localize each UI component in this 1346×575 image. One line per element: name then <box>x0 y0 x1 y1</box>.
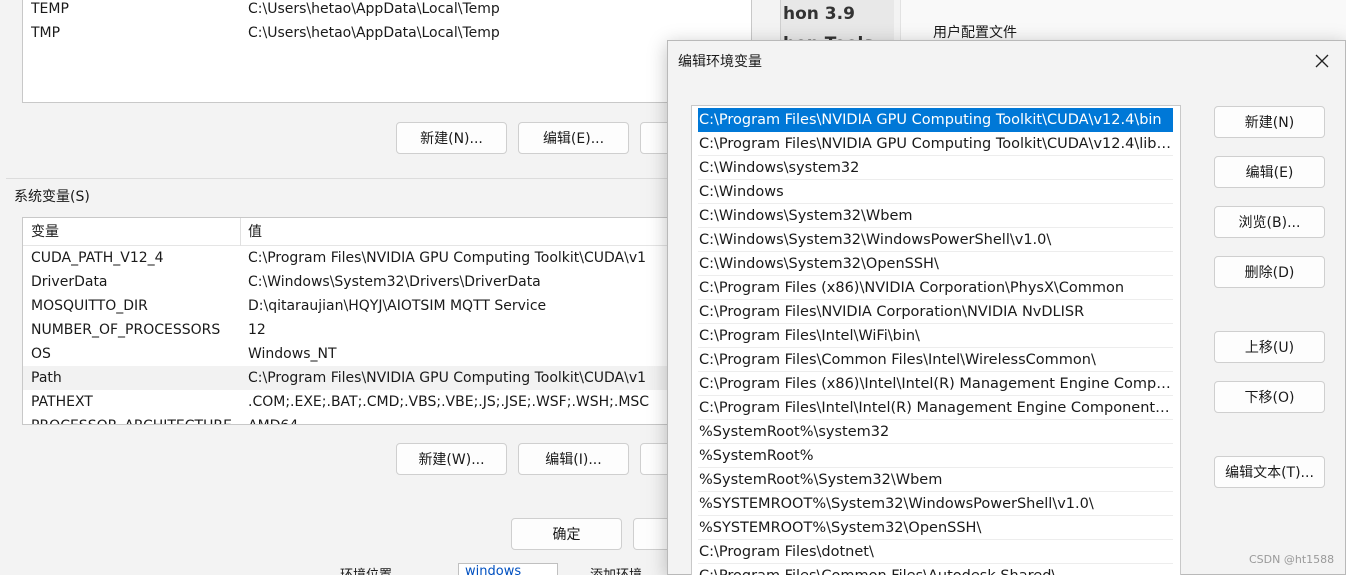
path-item[interactable]: C:\Program Files\Common Files\Intel\Wire… <box>698 348 1173 372</box>
table-row[interactable]: PROCESSOR_ARCHITECTURE AMD64 <box>23 414 751 424</box>
move-down-button[interactable]: 下移(O) <box>1214 381 1325 413</box>
bottom-label: 环境位置 <box>340 564 392 575</box>
var-name: TEMP <box>31 1 69 17</box>
path-list[interactable]: C:\Program Files\NVIDIA GPU Computing To… <box>691 105 1181 575</box>
table-row-selected[interactable]: Path C:\Program Files\NVIDIA GPU Computi… <box>23 366 751 390</box>
path-item[interactable]: C:\Program Files\dotnet\ <box>698 540 1173 564</box>
column-divider[interactable] <box>240 218 241 246</box>
edit-env-dialog: 编辑环境变量 C:\Program Files\NVIDIA GPU Compu… <box>667 40 1346 575</box>
table-row[interactable]: PATHEXT .COM;.EXE;.BAT;.CMD;.VBS;.VBE;.J… <box>23 390 751 414</box>
browse-button[interactable]: 浏览(B)... <box>1214 206 1325 238</box>
path-item[interactable]: C:\Program Files\Intel\WiFi\bin\ <box>698 324 1173 348</box>
path-item[interactable]: %SystemRoot%\system32 <box>698 420 1173 444</box>
table-row[interactable]: NUMBER_OF_PROCESSORS 12 <box>23 318 751 342</box>
column-header-name[interactable]: 变量 <box>31 221 59 243</box>
table-row[interactable]: OS Windows_NT <box>23 342 751 366</box>
path-item[interactable]: C:\Program Files\Common Files\Autodesk S… <box>698 564 1173 575</box>
var-name: DriverData <box>31 274 108 290</box>
path-item[interactable]: C:\Windows <box>698 180 1173 204</box>
var-value: C:\Windows\System32\Drivers\DriverData <box>248 274 541 290</box>
var-value: C:\Program Files\NVIDIA GPU Computing To… <box>248 250 647 266</box>
table-row[interactable]: MOSQUITTO_DIR D:\qitaraujian\HQYJ\AIOTSI… <box>23 294 751 318</box>
var-name: NUMBER_OF_PROCESSORS <box>31 322 221 338</box>
user-variables-list[interactable]: TEMP C:\Users\hetao\AppData\Local\Temp T… <box>22 0 752 103</box>
var-value: D:\qitaraujian\HQYJ\AIOTSIM MQTT Service <box>248 298 547 314</box>
path-item[interactable]: %SystemRoot% <box>698 444 1173 468</box>
bottom-toolbar: 环境位置 windows 添加环境 <box>0 560 680 575</box>
env-select[interactable]: windows <box>458 563 558 575</box>
var-name: PROCESSOR_ARCHITECTURE <box>31 414 232 424</box>
path-item[interactable]: C:\Windows\System32\OpenSSH\ <box>698 252 1173 276</box>
dialog-titlebar[interactable]: 编辑环境变量 <box>668 41 1345 81</box>
dialog-title: 编辑环境变量 <box>678 54 762 70</box>
new-path-button[interactable]: 新建(N) <box>1214 106 1325 138</box>
path-item[interactable]: %SystemRoot%\System32\Wbem <box>698 468 1173 492</box>
ok-button[interactable]: 确定 <box>511 518 622 550</box>
table-row[interactable]: DriverData C:\Windows\System32\Drivers\D… <box>23 270 751 294</box>
path-item[interactable]: C:\Program Files (x86)\Intel\Intel(R) Ma… <box>698 372 1173 396</box>
path-item[interactable]: %SYSTEMROOT%\System32\WindowsPowerShell\… <box>698 492 1173 516</box>
user-profile-label: 用户配置文件 <box>933 25 1017 41</box>
system-variables-list[interactable]: 变量 值 CUDA_PATH_V12_4 C:\Program Files\NV… <box>22 217 752 425</box>
var-name: OS <box>31 346 51 362</box>
system-edit-button[interactable]: 编辑(I)... <box>518 443 629 475</box>
path-item[interactable]: C:\Program Files (x86)\NVIDIA Corporatio… <box>698 276 1173 300</box>
var-value: Windows_NT <box>248 346 337 362</box>
path-item[interactable]: C:\Program Files\Intel\Intel(R) Manageme… <box>698 396 1173 420</box>
var-name: MOSQUITTO_DIR <box>31 298 148 314</box>
path-item[interactable]: C:\Program Files\NVIDIA GPU Computing To… <box>698 132 1173 156</box>
var-value: C:\Users\hetao\AppData\Local\Temp <box>248 25 500 41</box>
path-item[interactable]: C:\Windows\System32\Wbem <box>698 204 1173 228</box>
close-icon <box>1315 54 1329 68</box>
var-value: C:\Program Files\NVIDIA GPU Computing To… <box>248 370 647 386</box>
table-header: 变量 值 <box>23 218 751 246</box>
close-button[interactable] <box>1307 47 1337 75</box>
path-item[interactable]: C:\Windows\system32 <box>698 156 1173 180</box>
move-up-button[interactable]: 上移(U) <box>1214 331 1325 363</box>
path-item[interactable]: %SYSTEMROOT%\System32\OpenSSH\ <box>698 516 1173 540</box>
var-value: AMD64 <box>248 414 298 424</box>
column-header-value[interactable]: 值 <box>248 221 262 243</box>
user-new-button[interactable]: 新建(N)... <box>396 122 507 154</box>
var-name: Path <box>31 370 62 386</box>
add-env-link[interactable]: 添加环境 <box>590 564 642 575</box>
edit-text-button[interactable]: 编辑文本(T)... <box>1214 456 1325 488</box>
path-item[interactable]: C:\Program Files\NVIDIA GPU Computing To… <box>698 108 1173 132</box>
edit-path-button[interactable]: 编辑(E) <box>1214 156 1325 188</box>
var-name: PATHEXT <box>31 394 93 410</box>
var-name: CUDA_PATH_V12_4 <box>31 250 164 266</box>
table-row[interactable]: CUDA_PATH_V12_4 C:\Program Files\NVIDIA … <box>23 246 751 270</box>
var-value: C:\Users\hetao\AppData\Local\Temp <box>248 1 500 17</box>
path-item[interactable]: C:\Windows\System32\WindowsPowerShell\v1… <box>698 228 1173 252</box>
var-name: TMP <box>31 25 61 41</box>
system-variables-label: 系统变量(S) <box>14 189 90 205</box>
python-version-text: hon 3.9 <box>783 4 855 24</box>
user-edit-button[interactable]: 编辑(E)... <box>518 122 629 154</box>
var-value: .COM;.EXE;.BAT;.CMD;.VBS;.VBE;.JS;.JSE;.… <box>248 394 650 410</box>
path-item[interactable]: C:\Program Files\NVIDIA Corporation\NVID… <box>698 300 1173 324</box>
system-new-button[interactable]: 新建(W)... <box>396 443 507 475</box>
delete-path-button[interactable]: 删除(D) <box>1214 256 1325 288</box>
var-value: 12 <box>248 322 266 338</box>
watermark: CSDN @ht1588 <box>1249 553 1335 566</box>
